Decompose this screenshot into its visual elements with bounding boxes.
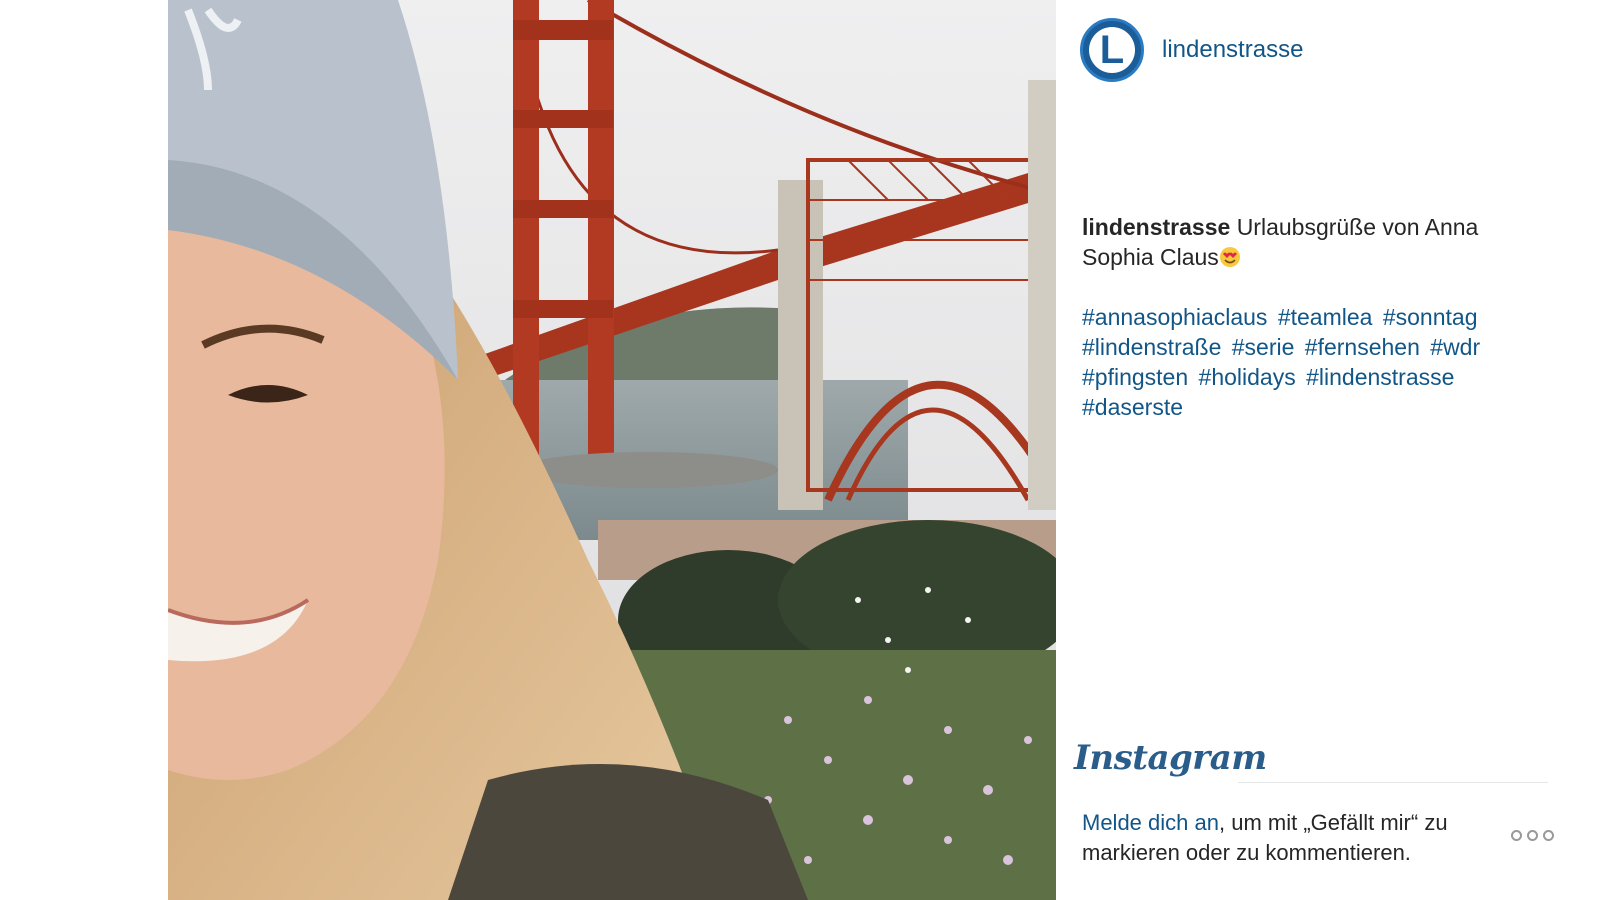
caption-username-link[interactable]: lindenstrasse [1082,214,1230,240]
hashtag-link[interactable]: #daserste [1082,394,1183,420]
hashtag-link[interactable]: #serie [1232,334,1295,360]
hashtag-link[interactable]: #wdr [1430,334,1480,360]
hashtag-link[interactable]: #sonntag [1383,304,1478,330]
post-caption: lindenstrasse Urlaubsgrüße von Anna Soph… [1082,212,1522,422]
footer-divider [1238,782,1548,783]
instagram-logo[interactable]: Instagram [1074,738,1267,778]
post-sidebar: L lindenstrasse lindenstrasse Urlaubsgrü… [1056,0,1600,900]
hashtag-link[interactable]: #lindenstraße [1082,334,1221,360]
login-prompt: Melde dich an, um mit „Gefällt mir“ zu m… [1082,808,1502,868]
header-username-link[interactable]: lindenstrasse [1162,36,1303,64]
hashtag-list: #annasophiaclaus #teamlea #sonntag #lind… [1082,302,1522,422]
selfie-golden-gate-image [168,0,1056,900]
more-dot [1511,830,1522,841]
more-options-icon[interactable] [1511,830,1554,841]
avatar-letter: L [1099,28,1125,72]
hashtag-link[interactable]: #holidays [1199,364,1296,390]
hashtag-link[interactable]: #pfingsten [1082,364,1188,390]
post-photo[interactable] [168,0,1056,900]
login-link[interactable]: Melde dich an [1082,810,1219,835]
avatar-inner: L [1089,27,1135,73]
avatar[interactable]: L [1080,18,1144,82]
more-dot [1543,830,1554,841]
hashtag-link[interactable]: #teamlea [1278,304,1373,330]
heart-eyes-emoji-icon [1219,247,1240,267]
post-header: L lindenstrasse [1080,18,1303,82]
hashtag-link[interactable]: #annasophiaclaus [1082,304,1267,330]
hashtag-link[interactable]: #fernsehen [1305,334,1420,360]
hashtag-link[interactable]: #lindenstrasse [1306,364,1454,390]
more-dot [1527,830,1538,841]
